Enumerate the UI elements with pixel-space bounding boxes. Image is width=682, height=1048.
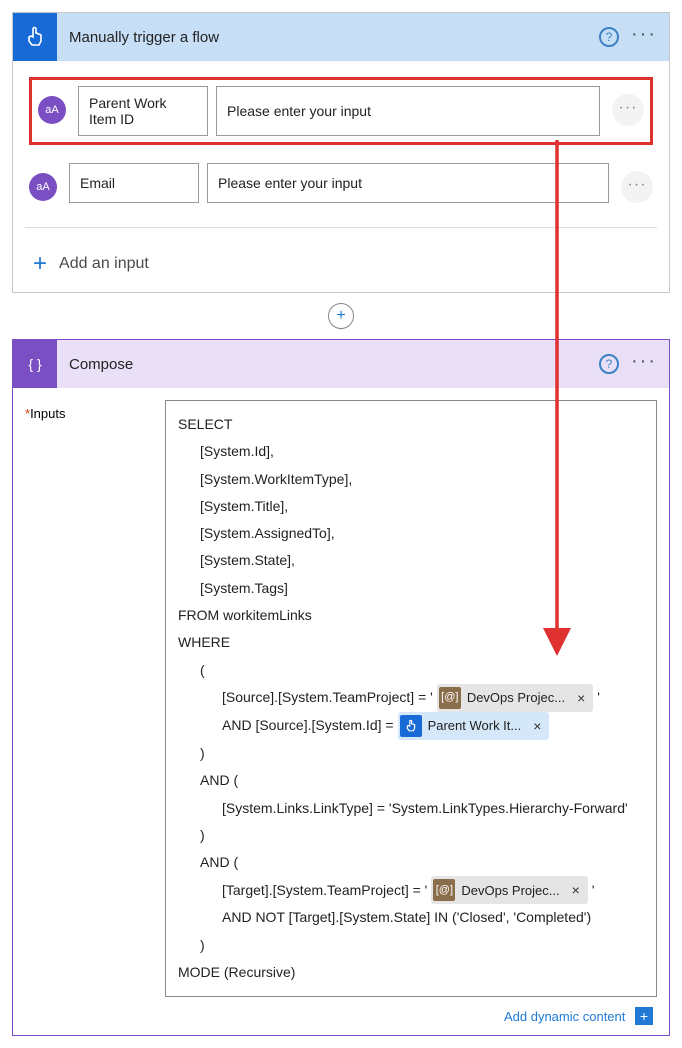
add-dynamic-content-link[interactable]: Add dynamic content + bbox=[13, 1001, 669, 1035]
input-row-email: aA Email Please enter your input ··· bbox=[29, 163, 653, 203]
text-type-icon: aA bbox=[29, 173, 57, 201]
input-menu-icon[interactable]: ··· bbox=[621, 171, 653, 203]
add-step-button[interactable]: + bbox=[328, 303, 354, 329]
touch-icon bbox=[13, 13, 57, 61]
remove-token-icon[interactable]: × bbox=[529, 718, 545, 735]
remove-token-icon[interactable]: × bbox=[573, 690, 589, 707]
touch-icon bbox=[400, 715, 422, 737]
help-icon[interactable]: ? bbox=[599, 27, 619, 47]
trigger-body: aA Parent Work Item ID Please enter your… bbox=[13, 61, 669, 292]
input-row-parent: aA Parent Work Item ID Please enter your… bbox=[38, 86, 644, 136]
input-field-parent[interactable]: Please enter your input bbox=[216, 86, 600, 136]
compose-card: { } Compose ? ··· *Inputs SELECT [System… bbox=[12, 339, 670, 1036]
compose-icon: { } bbox=[13, 340, 57, 388]
plus-icon: + bbox=[33, 252, 47, 276]
input-label-parent[interactable]: Parent Work Item ID bbox=[78, 86, 208, 136]
input-menu-icon[interactable]: ··· bbox=[612, 94, 644, 126]
remove-token-icon[interactable]: × bbox=[568, 882, 584, 899]
add-input-label: Add an input bbox=[59, 255, 149, 273]
trigger-card: Manually trigger a flow ? ··· aA Parent … bbox=[12, 12, 670, 293]
compose-header[interactable]: { } Compose ? ··· bbox=[13, 340, 669, 388]
help-icon[interactable]: ? bbox=[599, 354, 619, 374]
trigger-header[interactable]: Manually trigger a flow ? ··· bbox=[13, 13, 669, 61]
variable-icon: [@] bbox=[433, 879, 455, 901]
token-devops-project[interactable]: [@] DevOps Projec... × bbox=[431, 876, 587, 904]
text-type-icon: aA bbox=[38, 96, 66, 124]
inputs-label: *Inputs bbox=[25, 400, 165, 997]
add-input-button[interactable]: + Add an input bbox=[29, 240, 653, 284]
compose-body: *Inputs SELECT [System.Id], [System.Work… bbox=[13, 388, 669, 1001]
highlight-box: aA Parent Work Item ID Please enter your… bbox=[29, 77, 653, 145]
token-devops-project[interactable]: [@] DevOps Projec... × bbox=[437, 684, 593, 712]
connector: + bbox=[12, 293, 670, 339]
token-parent-work-item[interactable]: Parent Work It... × bbox=[398, 712, 550, 740]
flow-canvas: Manually trigger a flow ? ··· aA Parent … bbox=[12, 12, 670, 1036]
input-label-email[interactable]: Email bbox=[69, 163, 199, 203]
input-field-email[interactable]: Please enter your input bbox=[207, 163, 609, 203]
separator bbox=[25, 227, 657, 228]
variable-icon: [@] bbox=[439, 687, 461, 709]
compose-title: Compose bbox=[69, 356, 599, 373]
trigger-menu-icon[interactable]: ··· bbox=[631, 24, 657, 50]
compose-menu-icon[interactable]: ··· bbox=[631, 351, 657, 377]
plus-badge-icon: + bbox=[635, 1007, 653, 1025]
compose-inputs-field[interactable]: SELECT [System.Id], [System.WorkItemType… bbox=[165, 400, 657, 997]
trigger-title: Manually trigger a flow bbox=[69, 29, 599, 46]
